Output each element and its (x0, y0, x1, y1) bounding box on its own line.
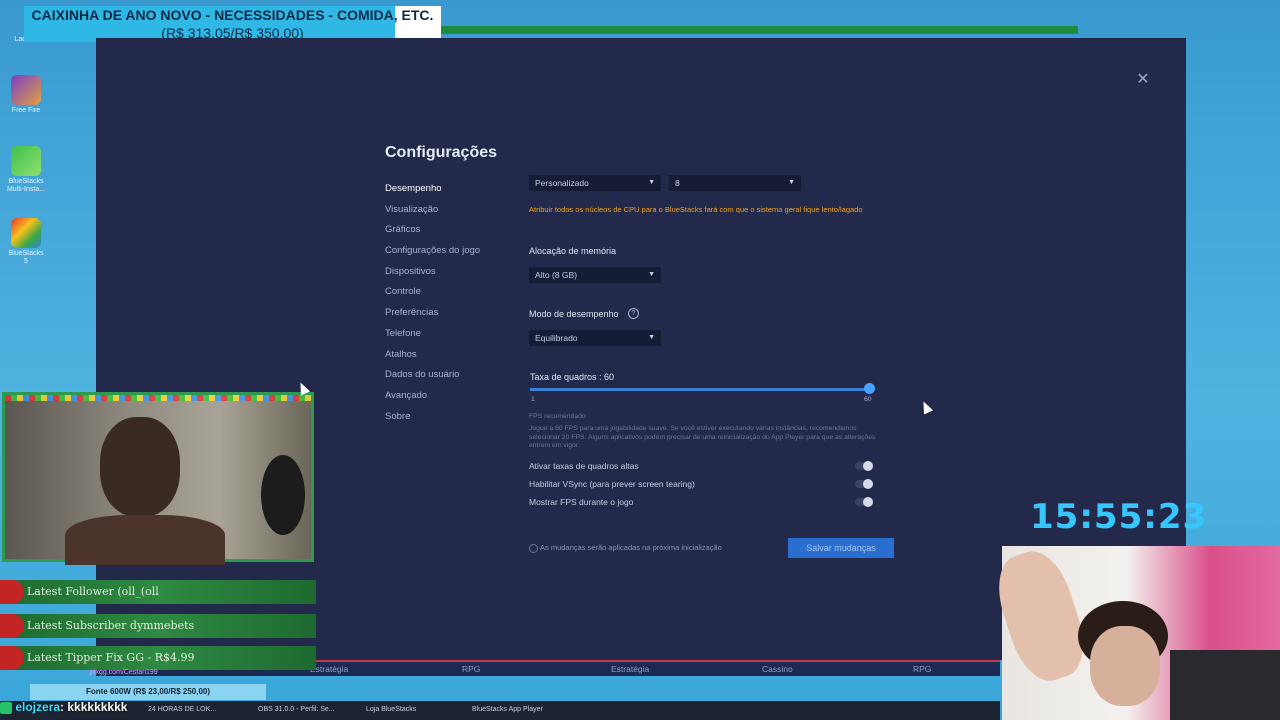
chat-username: elojzera (15, 700, 61, 714)
latest-follower-text: Latest Follower (oll_(oll (27, 585, 159, 598)
nav-item-atalhos[interactable]: Atalhos (385, 349, 480, 370)
bluestacks-multi-icon (11, 146, 41, 176)
cpu-select-value: Personalizado (535, 178, 589, 188)
chevron-down-icon: ▼ (648, 334, 655, 341)
wreath-image (261, 455, 305, 535)
cores-select-value: 8 (675, 178, 680, 188)
close-icon[interactable]: ✕ (1136, 72, 1150, 88)
performance-mode-label: Modo de desempenho (529, 309, 619, 319)
nav-item-preferencias[interactable]: Preferências (385, 307, 480, 328)
nav-item-controle[interactable]: Controle (385, 286, 480, 307)
desktop-icon-label: BlueStacks 5 (8, 250, 44, 265)
taskbar-item[interactable]: 24 HORAS DE LOK... (148, 706, 216, 713)
reactor-webcam (987, 543, 1280, 720)
cpu-warning-text: Atribuir todos os núcleos de CPU para o … (529, 205, 863, 214)
streamer-webcam (2, 392, 314, 565)
latest-subscriber-bar: Latest Subscriber dymmebets (0, 614, 316, 638)
nav-item-sobre[interactable]: Sobre (385, 411, 480, 432)
fps-recommended-label: FPS recomendado (529, 413, 586, 420)
nav-item-visualizacao[interactable]: Visualização (385, 204, 480, 225)
memory-select-value: Alto (8 GB) (535, 270, 578, 280)
chat-message: : kkkkkkkkk (60, 700, 128, 714)
category-item[interactable]: RPG (462, 664, 480, 674)
christmas-lights (5, 395, 311, 401)
toggle-label-vsync: Habilitar VSync (para prever screen tear… (529, 479, 695, 489)
fonte-goal-banner: Fonte 600W (R$ 23,00/R$ 250,00) (30, 684, 266, 700)
help-icon[interactable]: ? (628, 308, 639, 319)
category-item[interactable]: RPG (913, 664, 931, 674)
stream-clock: 15:55:23 (1030, 497, 1208, 537)
nav-item-dispositivos[interactable]: Dispositivos (385, 266, 480, 287)
chat-overlay: elojzera: kkkkkkkkk (0, 700, 127, 714)
vsync-toggle[interactable] (855, 479, 873, 489)
free-fire-icon (11, 75, 41, 105)
info-icon (529, 544, 538, 553)
page-title: Configurações (385, 144, 498, 161)
desktop-icon-label: Free Fire (11, 107, 41, 114)
nav-item-desempenho[interactable]: Desempenho (385, 183, 480, 204)
pix-url: pixgg.com/Cestari199 (90, 669, 158, 676)
ribbon-icon (0, 580, 24, 604)
slider-max-label: 60 (864, 396, 872, 403)
category-item[interactable]: Cassino (762, 664, 793, 674)
window-accent-bar (441, 26, 1078, 34)
desktop-icon-bluestacks[interactable]: BlueStacks 5 (6, 218, 46, 266)
latest-tipper-text: Latest Tipper Fix GG - R$4.99 (27, 651, 195, 664)
fps-help-text: Jogue a 60 FPS para uma jogabilidade sua… (529, 425, 876, 449)
latest-follower-bar: Latest Follower (oll_(oll (0, 580, 316, 604)
memory-label: Alocação de memória (529, 246, 617, 256)
high-fps-toggle[interactable] (855, 461, 873, 471)
toggle-label-high-fps: Ativar taxas de quadros altas (529, 461, 639, 471)
frame-rate-slider-track[interactable] (530, 388, 870, 391)
taskbar-item[interactable]: Loja BlueStacks (366, 706, 416, 713)
chat-badge-icon (0, 701, 12, 714)
ribbon-icon (0, 646, 24, 670)
bluestacks-icon (11, 218, 41, 248)
taskbar: 24 HORAS DE LOK... OBS 31.0.0 - Perfil: … (0, 701, 1000, 720)
donation-goal-banner: CAIXINHA DE ANO NOVO - NECESSIDADES - CO… (24, 6, 441, 42)
streamer-face (100, 417, 180, 517)
slider-min-label: 1 (531, 396, 535, 403)
latest-subscriber-text: Latest Subscriber dymmebets (27, 619, 195, 632)
desktop-icon-bluestacks-multi[interactable]: BlueStacks Multi-Insta... (6, 146, 46, 194)
latest-tipper-bar: Latest Tipper Fix GG - R$4.99 (0, 646, 316, 670)
cpu-allocation-select[interactable]: Personalizado ▼ (529, 175, 661, 191)
nav-item-telefone[interactable]: Telefone (385, 328, 480, 349)
frame-rate-slider-handle[interactable] (864, 383, 875, 394)
mode-select-value: Equilibrado (535, 333, 578, 343)
show-fps-toggle[interactable] (855, 497, 873, 507)
streamer-body (65, 515, 225, 565)
chevron-down-icon: ▼ (788, 179, 795, 186)
reactor-face (1090, 626, 1160, 706)
toggle-label-show-fps: Mostrar FPS durante o jogo (529, 497, 634, 507)
goal-title: CAIXINHA DE ANO NOVO - NECESSIDADES - CO… (31, 7, 434, 23)
frame-rate-label: Taxa de quadros : 60 (530, 372, 615, 382)
chevron-down-icon: ▼ (648, 179, 655, 186)
save-button[interactable]: Salvar mudanças (788, 538, 894, 558)
nav-item-avancado[interactable]: Avançado (385, 390, 480, 411)
nav-item-config-jogo[interactable]: Configurações do jogo (385, 245, 480, 266)
nav-item-graficos[interactable]: Gráficos (385, 224, 480, 245)
footer-note: As mudanças serão aplicadas na próxima i… (540, 543, 722, 552)
desktop-icon-label: BlueStacks Multi-Insta... (6, 178, 46, 193)
desktop-icon-free-fire[interactable]: Free Fire (6, 75, 46, 115)
settings-sidebar: Desempenho Visualização Gráficos Configu… (385, 183, 480, 431)
cpu-cores-select[interactable]: 8 ▼ (669, 175, 801, 191)
reactor-arm (987, 543, 1095, 689)
reactor-chair (1170, 650, 1280, 720)
performance-mode-select[interactable]: Equilibrado ▼ (529, 330, 661, 346)
memory-select[interactable]: Alto (8 GB) ▼ (529, 267, 661, 283)
ribbon-icon (0, 614, 24, 638)
nav-item-dados-usuario[interactable]: Dados do usuário (385, 369, 480, 390)
category-item[interactable]: Estratégia (611, 664, 649, 674)
taskbar-item[interactable]: BlueStacks App Player (472, 706, 543, 713)
chevron-down-icon: ▼ (648, 271, 655, 278)
taskbar-item[interactable]: OBS 31.0.0 - Perfil: Se... (258, 706, 335, 713)
